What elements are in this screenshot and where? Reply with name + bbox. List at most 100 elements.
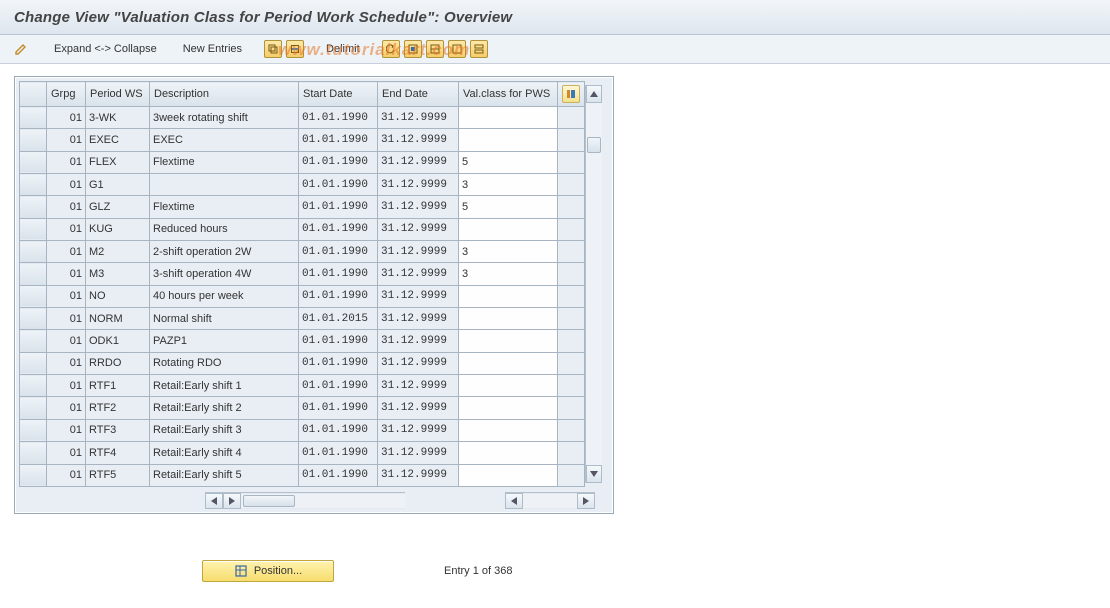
- title-bar: Change View "Valuation Class for Period …: [0, 0, 1110, 35]
- scroll-down-button[interactable]: [586, 465, 602, 483]
- table-row: 01G101.01.199031.12.99993: [20, 174, 585, 196]
- chevron-left-icon: [211, 497, 217, 505]
- col-header-config: [558, 82, 585, 107]
- hscroll-right-button[interactable]: [223, 493, 241, 509]
- entry-counter: Entry 1 of 368: [444, 565, 513, 577]
- hscroll-left-thumb[interactable]: [243, 495, 295, 507]
- cell-val-class[interactable]: [459, 442, 558, 464]
- cell-period-ws: ODK1: [86, 330, 150, 352]
- cell-val-class[interactable]: 5: [459, 196, 558, 218]
- cell-val-class[interactable]: [459, 107, 558, 129]
- cell-grpg: 01: [47, 196, 86, 218]
- cell-val-class[interactable]: [459, 375, 558, 397]
- table-settings-button[interactable]: [470, 40, 488, 58]
- delimit-button[interactable]: Delimit: [322, 41, 364, 57]
- cell-start-date: 01.01.1990: [299, 442, 378, 464]
- cell-start-date: 01.01.1990: [299, 419, 378, 441]
- cell-start-date: 01.01.1990: [299, 241, 378, 263]
- cell-val-class[interactable]: 3: [459, 263, 558, 285]
- cell-val-class[interactable]: [459, 397, 558, 419]
- hscroll-left-button[interactable]: [205, 493, 223, 509]
- copy-button[interactable]: [264, 40, 282, 58]
- cell-end-date: 31.12.9999: [378, 285, 459, 307]
- row-selector[interactable]: [20, 419, 47, 441]
- cell-grpg: 01: [47, 241, 86, 263]
- scroll-up-button[interactable]: [586, 85, 602, 103]
- undo-button[interactable]: [382, 40, 400, 58]
- cell-val-class[interactable]: 3: [459, 241, 558, 263]
- row-selector[interactable]: [20, 352, 47, 374]
- cell-val-class[interactable]: 3: [459, 174, 558, 196]
- cell-spacer: [558, 419, 585, 441]
- select-all-button[interactable]: [404, 40, 422, 58]
- cell-spacer: [558, 352, 585, 374]
- cell-grpg: 01: [47, 464, 86, 487]
- delete-button[interactable]: [286, 40, 304, 58]
- table-row: 01NORMNormal shift01.01.201531.12.9999: [20, 308, 585, 330]
- row-selector[interactable]: [20, 129, 47, 151]
- col-header-val-class[interactable]: Val.class for PWS: [459, 82, 558, 107]
- row-selector[interactable]: [20, 308, 47, 330]
- hscroll-left-button-2[interactable]: [505, 493, 523, 509]
- deselect-all-button[interactable]: [448, 40, 466, 58]
- hscroll-left-track[interactable]: [241, 494, 405, 508]
- row-selector[interactable]: [20, 196, 47, 218]
- vscroll-thumb[interactable]: [587, 137, 601, 153]
- valuation-class-table: Grpg Period WS Description Start Date En…: [19, 81, 585, 487]
- row-selector[interactable]: [20, 442, 47, 464]
- horizontal-scrollbar-right[interactable]: [505, 492, 595, 509]
- cell-val-class[interactable]: [459, 129, 558, 151]
- cell-end-date: 31.12.9999: [378, 196, 459, 218]
- row-selector[interactable]: [20, 151, 47, 173]
- row-selector[interactable]: [20, 397, 47, 419]
- cell-val-class[interactable]: [459, 218, 558, 240]
- table-configure-button[interactable]: [562, 85, 580, 103]
- select-block-button[interactable]: [426, 40, 444, 58]
- hscroll-right-track[interactable]: [523, 494, 577, 508]
- table-row: 013-WK3week rotating shift01.01.199031.1…: [20, 107, 585, 129]
- cell-description: Retail:Early shift 3: [150, 419, 299, 441]
- cell-end-date: 31.12.9999: [378, 151, 459, 173]
- row-selector[interactable]: [20, 285, 47, 307]
- cell-period-ws: 3-WK: [86, 107, 150, 129]
- horizontal-scrollbar-left[interactable]: [205, 492, 405, 509]
- cell-val-class[interactable]: 5: [459, 151, 558, 173]
- row-selector[interactable]: [20, 107, 47, 129]
- structure-toggle-button[interactable]: [10, 40, 32, 58]
- new-entries-button[interactable]: New Entries: [179, 41, 246, 57]
- row-selector[interactable]: [20, 218, 47, 240]
- col-header-end-date[interactable]: End Date: [378, 82, 459, 107]
- cell-grpg: 01: [47, 218, 86, 240]
- row-selector[interactable]: [20, 174, 47, 196]
- row-selector[interactable]: [20, 375, 47, 397]
- cell-val-class[interactable]: [459, 330, 558, 352]
- cell-val-class[interactable]: [459, 419, 558, 441]
- chevron-right-icon: [229, 497, 235, 505]
- hscroll-right-button-2[interactable]: [577, 493, 595, 509]
- cell-description: Retail:Early shift 4: [150, 442, 299, 464]
- col-header-grpg[interactable]: Grpg: [47, 82, 86, 107]
- row-selector[interactable]: [20, 330, 47, 352]
- cell-description: Rotating RDO: [150, 352, 299, 374]
- row-selector[interactable]: [20, 464, 47, 487]
- cell-period-ws: GLZ: [86, 196, 150, 218]
- cell-val-class[interactable]: [459, 285, 558, 307]
- cell-description: Retail:Early shift 1: [150, 375, 299, 397]
- col-header-description[interactable]: Description: [150, 82, 299, 107]
- cell-grpg: 01: [47, 151, 86, 173]
- header-row-selector[interactable]: [20, 82, 47, 107]
- vertical-scrollbar[interactable]: [585, 85, 602, 483]
- col-header-period-ws[interactable]: Period WS: [86, 82, 150, 107]
- row-selector[interactable]: [20, 241, 47, 263]
- cell-val-class[interactable]: [459, 308, 558, 330]
- cell-val-class[interactable]: [459, 352, 558, 374]
- col-header-start-date[interactable]: Start Date: [299, 82, 378, 107]
- cell-val-class[interactable]: [459, 464, 558, 487]
- table-row: 01M22-shift operation 2W01.01.199031.12.…: [20, 241, 585, 263]
- vscroll-track[interactable]: [586, 103, 602, 465]
- row-selector[interactable]: [20, 263, 47, 285]
- cell-start-date: 01.01.1990: [299, 285, 378, 307]
- expand-collapse-button[interactable]: Expand <-> Collapse: [50, 41, 161, 57]
- position-button[interactable]: Position...: [202, 560, 334, 582]
- cell-end-date: 31.12.9999: [378, 419, 459, 441]
